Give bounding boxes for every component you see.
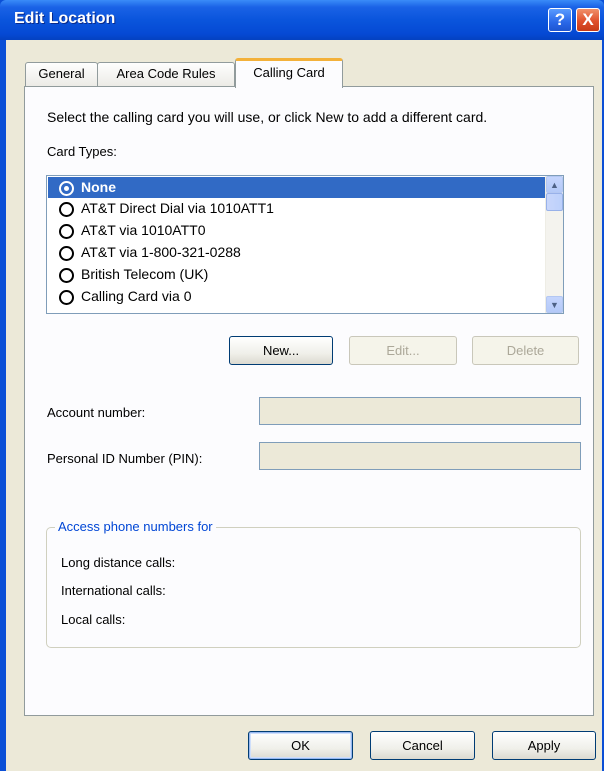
access-numbers-group: Access phone numbers for Long distance c… (46, 519, 581, 648)
list-item[interactable]: AT&T via 1010ATT0 (48, 220, 206, 241)
new-button[interactable]: New... (229, 336, 333, 365)
window-title: Edit Location (14, 10, 116, 27)
access-numbers-title: Access phone numbers for (55, 519, 216, 534)
pin-field[interactable] (259, 442, 581, 470)
dialog-client-area: General Area Code Rules Calling Card Sel… (6, 40, 602, 771)
cancel-button[interactable]: Cancel (370, 731, 475, 760)
list-item-label: British Telecom (UK) (81, 266, 209, 282)
title-bar[interactable]: Edit Location ? X (0, 0, 604, 40)
edit-location-window: Edit Location ? X General Area Code Rule… (0, 0, 604, 771)
list-item[interactable]: AT&T via 1-800-321-0288 (48, 242, 241, 263)
account-number-field[interactable] (259, 397, 581, 425)
list-item-label: Calling Card via 0 (81, 288, 192, 304)
edit-button[interactable]: Edit... (349, 336, 457, 365)
local-calls-label: Local calls: (61, 612, 126, 627)
radio-icon (59, 202, 74, 217)
tab-area-code-rules[interactable]: Area Code Rules (97, 62, 235, 86)
list-item-label: None (81, 179, 116, 195)
list-item[interactable]: AT&T Direct Dial via 1010ATT1 (48, 198, 274, 219)
list-item-none[interactable]: None (48, 177, 545, 198)
list-item-label: AT&T Direct Dial via 1010ATT1 (81, 200, 274, 216)
chevron-up-icon: ▲ (550, 180, 559, 190)
list-scrollbar[interactable]: ▲ ▼ (545, 176, 563, 313)
ok-button[interactable]: OK (248, 731, 353, 760)
scroll-thumb[interactable] (546, 193, 563, 211)
help-button[interactable]: ? (548, 8, 572, 32)
close-button[interactable]: X (576, 8, 600, 32)
apply-button[interactable]: Apply (492, 731, 596, 760)
delete-button[interactable]: Delete (472, 336, 579, 365)
calling-card-panel: Select the calling card you will use, or… (24, 86, 594, 716)
tab-general[interactable]: General (25, 62, 98, 86)
list-item[interactable]: British Telecom (UK) (48, 264, 208, 285)
instructions-text: Select the calling card you will use, or… (47, 109, 488, 125)
long-distance-label: Long distance calls: (61, 555, 176, 570)
list-item[interactable]: Calling Card via 0 (48, 286, 192, 307)
radio-icon (59, 224, 74, 239)
tab-calling-card[interactable]: Calling Card (235, 58, 343, 88)
pin-label: Personal ID Number (PIN): (47, 451, 203, 466)
list-item-label: AT&T via 1-800-321-0288 (81, 244, 241, 260)
list-item-label: AT&T via 1010ATT0 (81, 222, 206, 238)
radio-icon (59, 268, 74, 283)
help-icon: ? (554, 10, 566, 29)
chevron-down-icon: ▼ (550, 300, 559, 310)
radio-icon (59, 246, 74, 261)
radio-icon (59, 290, 74, 305)
close-icon: X (582, 10, 594, 29)
card-types-label: Card Types: (47, 144, 117, 159)
scroll-up-button[interactable]: ▲ (546, 176, 563, 193)
scroll-down-button[interactable]: ▼ (546, 296, 563, 313)
international-label: International calls: (61, 583, 166, 598)
radio-selected-icon (59, 181, 74, 196)
card-types-list[interactable]: None AT&T Direct Dial via 1010ATT1 AT&T … (46, 175, 564, 314)
account-number-label: Account number: (47, 405, 146, 420)
